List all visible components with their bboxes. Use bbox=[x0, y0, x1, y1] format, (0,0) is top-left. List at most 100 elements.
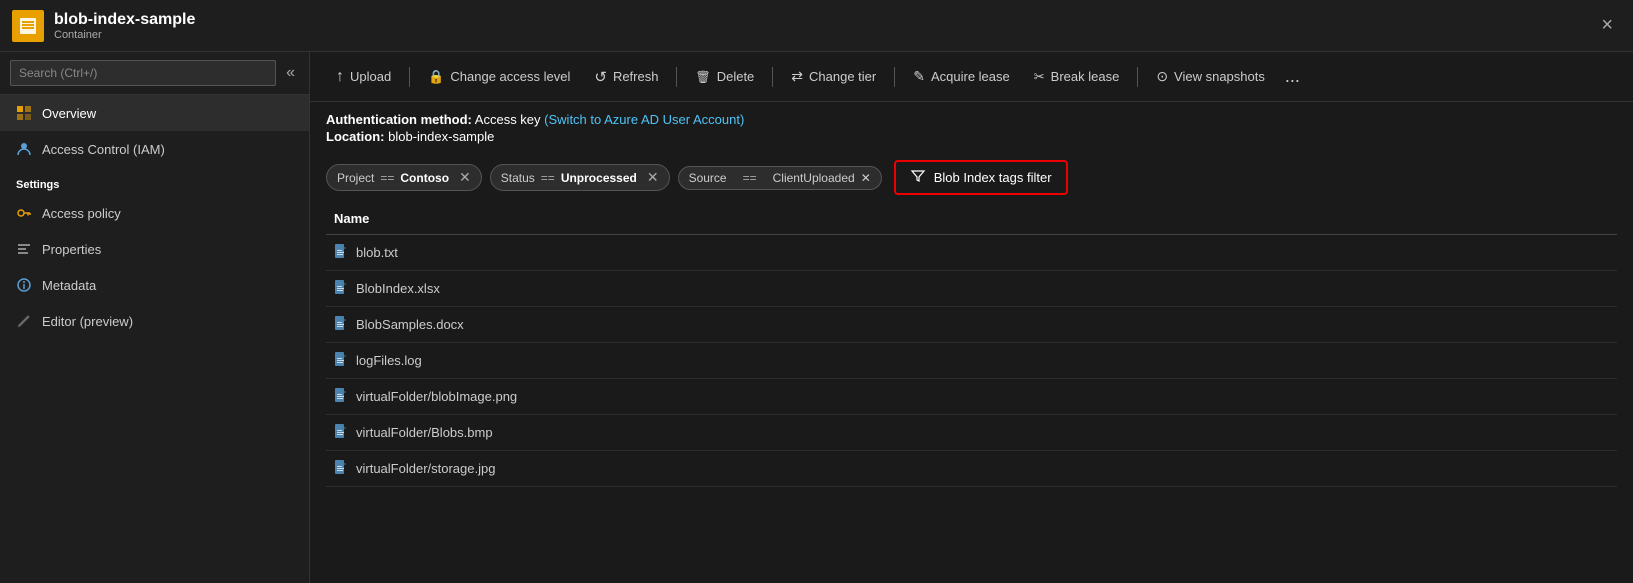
auth-location-label: Location: bbox=[326, 129, 385, 144]
app-icon bbox=[12, 10, 44, 42]
sidebar-item-label-properties: Properties bbox=[42, 242, 101, 257]
file-item: virtualFolder/blobImage.png bbox=[334, 387, 517, 406]
sidebar-item-overview[interactable]: Overview bbox=[0, 95, 309, 131]
break-lease-icon: ✂ bbox=[1034, 69, 1045, 85]
sidebar-item-label-overview: Overview bbox=[42, 106, 96, 121]
filter-status-remove[interactable]: ✕ bbox=[647, 169, 659, 186]
filter-status-value: Unprocessed bbox=[561, 171, 637, 185]
auth-location-line: Location: blob-index-sample bbox=[326, 129, 1617, 144]
file-item: logFiles.log bbox=[334, 351, 422, 370]
sidebar-item-access-policy[interactable]: Access policy bbox=[0, 195, 309, 231]
delete-button[interactable]: 🗑 Delete bbox=[685, 63, 764, 90]
sidebar-item-iam[interactable]: Access Control (IAM) bbox=[0, 131, 309, 167]
filter-source-key: Source bbox=[678, 166, 737, 190]
file-item: virtualFolder/storage.jpg bbox=[334, 459, 495, 478]
title-bar: blob-index-sample Container × bbox=[0, 0, 1633, 52]
window-subtitle: Container bbox=[54, 29, 1593, 41]
refresh-icon: ↺ bbox=[594, 68, 607, 86]
filter-source-value-box: ClientUploaded ✕ bbox=[763, 166, 882, 190]
table-row[interactable]: blob.txt bbox=[326, 235, 1617, 271]
filter-status-op: == bbox=[541, 171, 555, 185]
file-item: BlobIndex.xlsx bbox=[334, 279, 440, 298]
file-table: Name blob.txt BlobIndex.xlsx BlobSamples… bbox=[326, 203, 1617, 487]
separator-3 bbox=[772, 67, 773, 87]
file-name: BlobSamples.docx bbox=[356, 317, 464, 332]
file-name: virtualFolder/Blobs.bmp bbox=[356, 425, 493, 440]
delete-icon: 🗑 bbox=[695, 70, 710, 84]
separator-5 bbox=[1137, 67, 1138, 87]
change-access-level-button[interactable]: 🔒 Change access level bbox=[418, 63, 580, 91]
toolbar: ↑ Upload 🔒 Change access level ↺ Refresh… bbox=[310, 52, 1633, 102]
snapshots-icon: ⊙ bbox=[1156, 68, 1168, 85]
blob-index-filter-button[interactable]: Blob Index tags filter bbox=[894, 160, 1068, 195]
file-item: virtualFolder/Blobs.bmp bbox=[334, 423, 493, 442]
refresh-button[interactable]: ↺ Refresh bbox=[584, 62, 668, 92]
switch-auth-link[interactable]: (Switch to Azure AD User Account) bbox=[544, 112, 744, 127]
acquire-lease-button[interactable]: ✎ Acquire lease bbox=[903, 62, 1020, 91]
sidebar-item-editor[interactable]: Editor (preview) bbox=[0, 303, 309, 339]
filter-source-remove[interactable]: ✕ bbox=[861, 171, 871, 185]
auth-method-line: Authentication method: Access key (Switc… bbox=[326, 112, 1617, 127]
filter-project-key: Project bbox=[337, 171, 374, 185]
filter-source-op: == bbox=[737, 166, 763, 190]
sidebar: « Overview Access Control (IAM) bbox=[0, 52, 310, 583]
view-snapshots-button[interactable]: ⊙ View snapshots bbox=[1146, 62, 1275, 91]
auth-method-label: Authentication method: bbox=[326, 112, 472, 127]
sidebar-item-label-iam: Access Control (IAM) bbox=[42, 142, 165, 157]
table-row[interactable]: virtualFolder/blobImage.png bbox=[326, 379, 1617, 415]
separator-1 bbox=[409, 67, 410, 87]
table-row[interactable]: virtualFolder/Blobs.bmp bbox=[326, 415, 1617, 451]
table-row[interactable]: BlobIndex.xlsx bbox=[326, 271, 1617, 307]
main-layout: « Overview Access Control (IAM) bbox=[0, 52, 1633, 583]
sidebar-item-properties[interactable]: Properties bbox=[0, 231, 309, 267]
col-name: Name bbox=[326, 203, 1617, 235]
more-options-button[interactable]: ... bbox=[1279, 64, 1306, 89]
sidebar-item-metadata[interactable]: Metadata bbox=[0, 267, 309, 303]
filter-icon bbox=[910, 168, 926, 187]
filter-status: Status == Unprocessed ✕ bbox=[490, 164, 670, 191]
auth-location-value: blob-index-sample bbox=[388, 129, 494, 144]
separator-2 bbox=[676, 67, 677, 87]
change-tier-button[interactable]: ⇄ Change tier bbox=[781, 62, 886, 91]
table-row[interactable]: logFiles.log bbox=[326, 343, 1617, 379]
file-icon bbox=[334, 387, 348, 406]
iam-icon bbox=[16, 141, 32, 157]
file-icon bbox=[334, 315, 348, 334]
filter-source-group: Source == ClientUploaded ✕ bbox=[678, 166, 882, 190]
filter-project-value: Contoso bbox=[400, 171, 449, 185]
file-list-container: Name blob.txt BlobIndex.xlsx BlobSamples… bbox=[310, 203, 1633, 583]
filter-project-remove[interactable]: ✕ bbox=[459, 169, 471, 186]
upload-icon: ↑ bbox=[336, 68, 344, 86]
file-item: BlobSamples.docx bbox=[334, 315, 464, 334]
file-name: virtualFolder/blobImage.png bbox=[356, 389, 517, 404]
sidebar-item-label-editor: Editor (preview) bbox=[42, 314, 133, 329]
sidebar-item-label-access-policy: Access policy bbox=[42, 206, 121, 221]
properties-icon bbox=[16, 241, 32, 257]
file-item: blob.txt bbox=[334, 243, 398, 262]
search-input[interactable] bbox=[10, 60, 276, 86]
filter-project-op: == bbox=[380, 171, 394, 185]
window-title: blob-index-sample bbox=[54, 11, 1593, 29]
file-name: logFiles.log bbox=[356, 353, 422, 368]
sidebar-item-label-metadata: Metadata bbox=[42, 278, 96, 293]
upload-button[interactable]: ↑ Upload bbox=[326, 62, 401, 92]
editor-icon bbox=[16, 313, 32, 329]
blob-index-filter-label: Blob Index tags filter bbox=[934, 170, 1052, 185]
break-lease-button[interactable]: ✂ Break lease bbox=[1024, 63, 1130, 91]
settings-section-label: Settings bbox=[0, 167, 309, 195]
file-name: BlobIndex.xlsx bbox=[356, 281, 440, 296]
lock-icon: 🔒 bbox=[428, 69, 444, 85]
table-row[interactable]: BlobSamples.docx bbox=[326, 307, 1617, 343]
file-icon bbox=[334, 423, 348, 442]
collapse-button[interactable]: « bbox=[282, 62, 299, 84]
auth-method-value: Access key bbox=[475, 112, 541, 127]
filter-project: Project == Contoso ✕ bbox=[326, 164, 482, 191]
key-icon bbox=[16, 205, 32, 221]
content-area: ↑ Upload 🔒 Change access level ↺ Refresh… bbox=[310, 52, 1633, 583]
file-icon bbox=[334, 351, 348, 370]
filter-status-key: Status bbox=[501, 171, 535, 185]
separator-4 bbox=[894, 67, 895, 87]
table-row[interactable]: virtualFolder/storage.jpg bbox=[326, 451, 1617, 487]
acquire-lease-icon: ✎ bbox=[913, 68, 925, 85]
close-button[interactable]: × bbox=[1593, 10, 1621, 41]
